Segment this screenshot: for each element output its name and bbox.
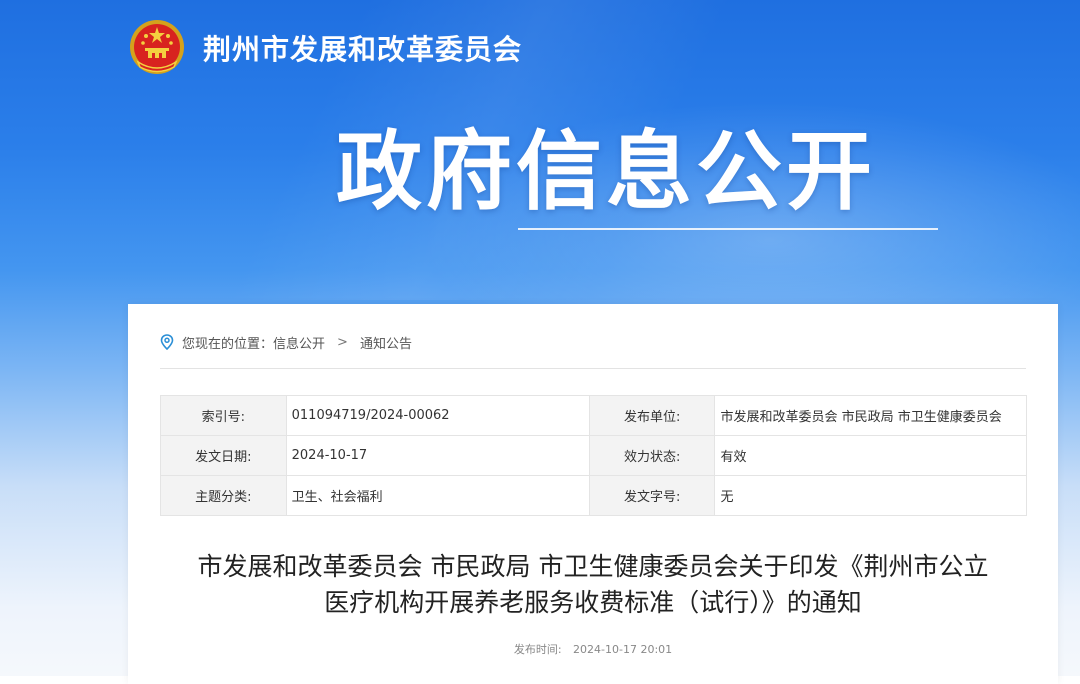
- table-row: 索引号: 011094719/2024-00062 发布单位: 市发展和改革委员…: [160, 395, 1027, 436]
- topic-category-value: 卫生、社会福利: [285, 475, 590, 516]
- document-title: 市发展和改革委员会 市民政局 市卫生健康委员会关于印发《荆州市公立 医疗机构开展…: [148, 549, 1038, 621]
- index-number-label: 索引号:: [160, 395, 287, 436]
- table-row: 发文日期: 2024-10-17 效力状态: 有效: [160, 435, 1027, 476]
- document-title-line-2: 医疗机构开展养老服务收费标准（试行）》的通知: [324, 588, 862, 617]
- breadcrumb-item-notices[interactable]: 通知公告: [360, 333, 412, 352]
- index-number-value: 011094719/2024-00062: [285, 395, 590, 436]
- document-metadata-table: 索引号: 011094719/2024-00062 发布单位: 市发展和改革委员…: [160, 395, 1027, 516]
- document-title-line-1: 市发展和改革委员会 市民政局 市卫生健康委员会关于印发《荆州市公立: [197, 552, 989, 581]
- document-number-label: 发文字号:: [588, 475, 716, 516]
- location-pin-icon: [160, 334, 174, 351]
- national-emblem-icon[interactable]: [128, 18, 186, 76]
- table-row: 主题分类: 卫生、社会福利 发文字号: 无: [160, 475, 1027, 516]
- breadcrumb-item-info-disclosure[interactable]: 信息公开: [273, 333, 325, 352]
- publish-time-label: 发布时间:: [513, 643, 562, 656]
- breadcrumb-prefix: 您现在的位置：: [182, 336, 274, 352]
- banner-underline: [518, 228, 938, 230]
- content-card: 您现在的位置： 信息公开 > 通知公告 索引号: 011094719/2024-…: [128, 304, 1058, 684]
- breadcrumb: 您现在的位置： 信息公开 > 通知公告: [160, 332, 412, 352]
- publish-time-value: 2024-10-17 20:01: [573, 643, 673, 656]
- issue-date-value: 2024-10-17: [285, 435, 590, 476]
- breadcrumb-separator: >: [337, 334, 348, 350]
- issue-date-label: 发文日期:: [160, 435, 287, 476]
- validity-status-value: 有效: [714, 435, 1027, 476]
- publish-time: 发布时间: 2024-10-17 20:01: [128, 641, 1058, 657]
- banner-title: 政府信息公开: [336, 122, 876, 222]
- publisher-value: 市发展和改革委员会 市民政局 市卫生健康委员会: [714, 395, 1027, 436]
- breadcrumb-divider: [160, 368, 1026, 369]
- topic-category-label: 主题分类:: [160, 475, 287, 516]
- document-number-value: 无: [714, 475, 1027, 516]
- validity-status-label: 效力状态:: [588, 435, 716, 476]
- site-name[interactable]: 荆州市发展和改革委员会: [203, 28, 522, 68]
- publisher-label: 发布单位:: [588, 395, 716, 436]
